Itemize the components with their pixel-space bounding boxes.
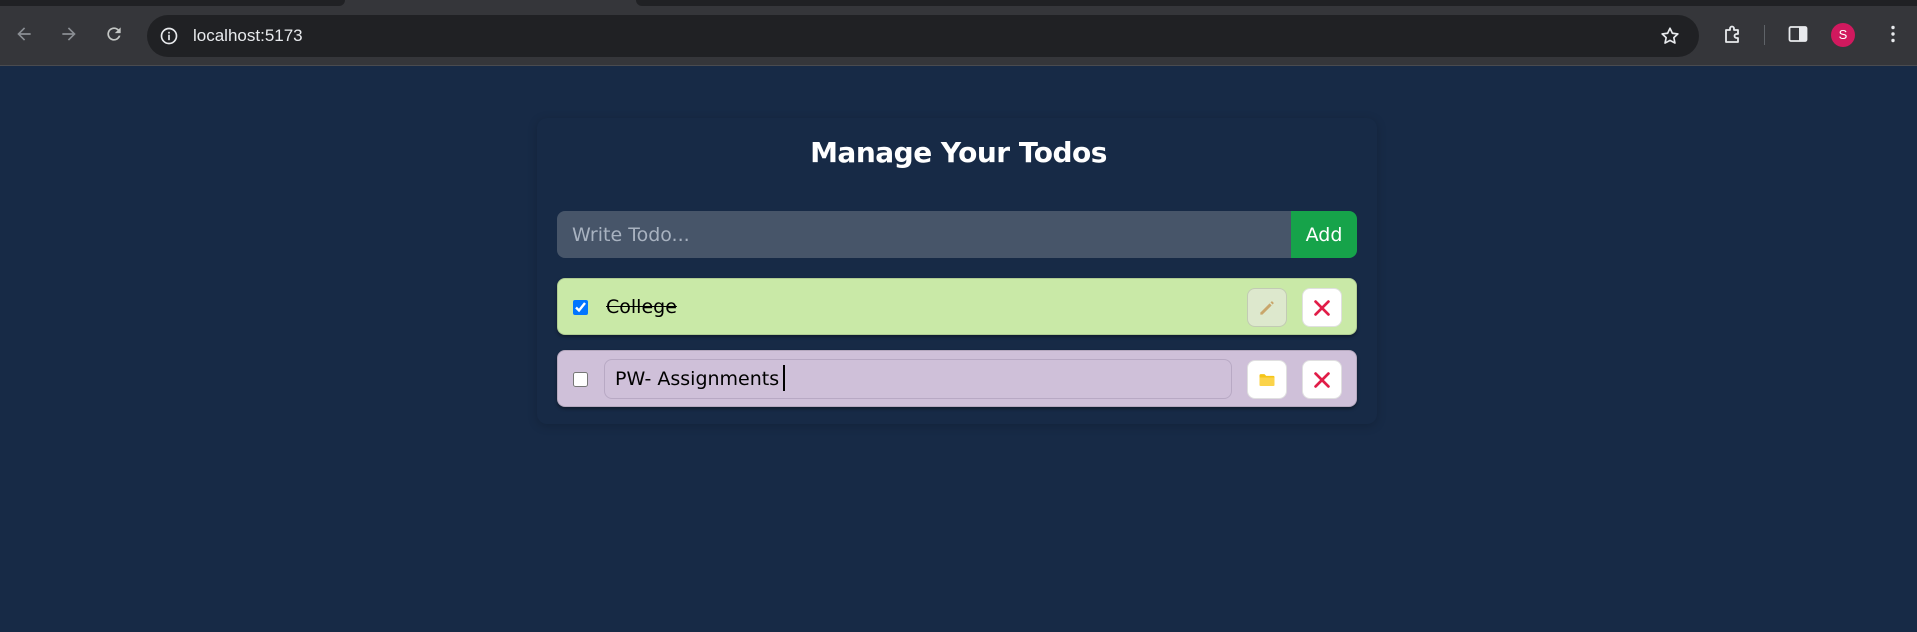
reload-icon: [107, 27, 121, 41]
delete-todo-button[interactable]: [1302, 360, 1342, 399]
todo-item: College: [557, 278, 1357, 335]
extensions-icon: [1725, 25, 1739, 43]
todo-edit-value: PW- Assignments: [615, 368, 780, 390]
back-arrow-icon: [17, 27, 31, 41]
browser-toolbar: localhost:5173 S: [0, 0, 1917, 66]
todo-edit-input[interactable]: PW- Assignments: [604, 359, 1232, 399]
extensions-button[interactable]: [1721, 22, 1745, 46]
todo-input[interactable]: [557, 211, 1291, 258]
reload-button[interactable]: [98, 18, 130, 50]
text-caret: [783, 365, 786, 391]
address-bar[interactable]: localhost:5173: [147, 15, 1699, 57]
folder-save-icon: [1259, 373, 1275, 386]
close-x-icon: [1314, 299, 1330, 316]
edit-todo-button[interactable]: [1247, 288, 1287, 327]
close-x-icon: [1314, 371, 1330, 388]
back-button[interactable]: [8, 18, 40, 50]
url-text: localhost:5173: [193, 26, 303, 45]
tab-strip-edge: [0, 0, 345, 6]
delete-todo-button[interactable]: [1302, 288, 1342, 327]
side-panel-icon: [1788, 26, 1808, 42]
forward-button[interactable]: [53, 18, 85, 50]
todo-complete-checkbox[interactable]: [573, 372, 588, 387]
todo-text: College: [606, 296, 677, 318]
site-info-icon[interactable]: [159, 26, 179, 46]
todo-item: PW- Assignments: [557, 350, 1357, 407]
browser-menu-button[interactable]: [1881, 22, 1905, 46]
pencil-icon: [1260, 300, 1274, 315]
side-panel-button[interactable]: [1786, 22, 1810, 46]
bookmark-star-icon[interactable]: [1659, 25, 1681, 47]
todo-form: Add: [557, 211, 1357, 258]
save-todo-button[interactable]: [1247, 360, 1287, 399]
forward-arrow-icon: [62, 27, 76, 41]
profile-avatar[interactable]: S: [1831, 23, 1855, 47]
menu-kebab-icon: [1891, 25, 1895, 43]
page-title: Manage Your Todos: [810, 136, 1107, 169]
todo-complete-checkbox[interactable]: [573, 300, 588, 315]
tab-strip-edge: [636, 0, 1917, 6]
add-button[interactable]: Add: [1291, 211, 1357, 258]
toolbar-divider: [1764, 25, 1765, 45]
